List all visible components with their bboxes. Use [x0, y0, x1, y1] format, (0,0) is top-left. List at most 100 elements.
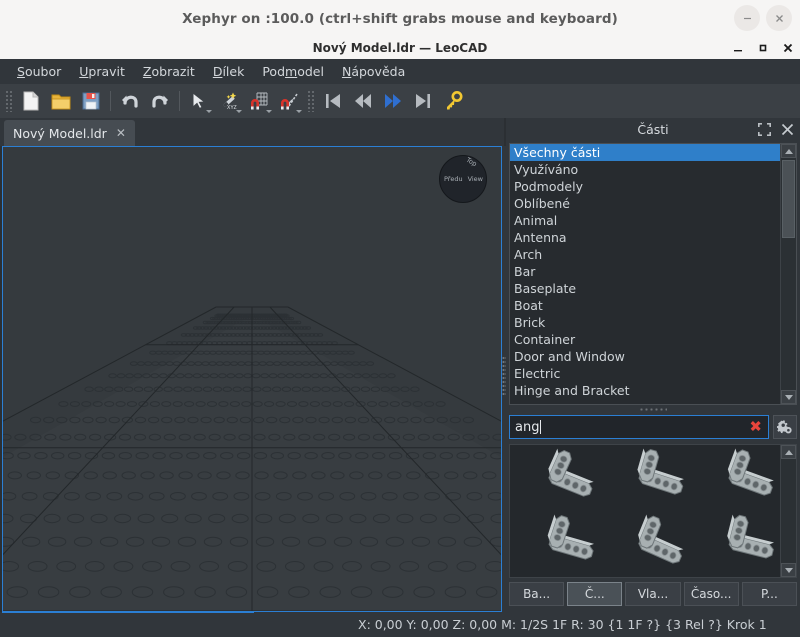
dock-tab-0[interactable]: Ba... [509, 582, 564, 606]
parts-category-item[interactable]: Antenna [510, 229, 780, 246]
move-tool-dropdown-chevron-down-icon[interactable] [236, 110, 242, 113]
dock-tab-3[interactable]: Časo... [684, 582, 739, 606]
parts-category-item[interactable]: Door and Window [510, 348, 780, 365]
new-file-icon [20, 90, 42, 112]
arrow-down-icon [785, 568, 793, 573]
parts-category-item[interactable]: Podmodely [510, 178, 780, 195]
parts-options-button[interactable] [773, 415, 797, 439]
part-thumbnail[interactable] [604, 514, 686, 574]
menu-item-zobrazit[interactable]: Zobrazit [134, 61, 204, 82]
parts-category-list[interactable]: Všechny částiVyužívánoPodmodelyOblíbenéA… [510, 144, 780, 404]
parts-category-item[interactable]: Oblíbené [510, 195, 780, 212]
select-arrow-icon [188, 90, 210, 112]
leocad-title-text: Nový Model.ldr — LeoCAD [313, 41, 488, 55]
part-thumbnail-icon [604, 514, 686, 570]
thumb-scroll-down-button[interactable] [781, 563, 796, 577]
category-list-scrollbar[interactable] [780, 144, 796, 404]
snap-angle-button[interactable] [274, 86, 304, 116]
arrow-up-icon [785, 149, 793, 154]
thumb-scroll-up-button[interactable] [781, 445, 796, 459]
scrollbar-thumb[interactable] [782, 160, 795, 238]
rewind-icon [352, 90, 374, 112]
document-tab-close-icon[interactable]: ✕ [116, 126, 126, 140]
parts-category-item[interactable]: Electric [510, 365, 780, 382]
select-tool-dropdown-chevron-down-icon[interactable] [206, 110, 212, 113]
menu-item-napoveda[interactable]: Nápověda [333, 61, 414, 82]
keyframe-button[interactable] [438, 86, 468, 116]
parts-search-input[interactable]: ang ✖ [509, 415, 769, 439]
leocad-maximize-button[interactable] [757, 42, 769, 54]
toolbar-drag-handle-2[interactable] [307, 90, 315, 112]
first-step-button[interactable] [318, 86, 348, 116]
parts-category-item[interactable]: Container [510, 331, 780, 348]
part-thumbnail[interactable] [604, 448, 686, 508]
clear-search-icon[interactable]: ✖ [749, 420, 762, 435]
redo-button[interactable] [145, 86, 175, 116]
part-thumbnail[interactable] [694, 514, 776, 574]
next-step-button[interactable] [378, 86, 408, 116]
dock-tab-2[interactable]: Vla... [625, 582, 680, 606]
previous-step-button[interactable] [348, 86, 378, 116]
xephyr-minimize-button[interactable] [734, 5, 760, 31]
snap-grid-dropdown-chevron-down-icon[interactable] [266, 110, 272, 113]
open-file-button[interactable] [46, 86, 76, 116]
parts-category-item[interactable]: Brick [510, 314, 780, 331]
close-panel-icon[interactable] [781, 121, 794, 140]
first-frame-icon [322, 90, 344, 112]
snap-grid-magnet-icon [248, 90, 270, 112]
view-orientation-widget[interactable]: Předu View Top [439, 155, 487, 203]
scroll-down-button[interactable] [781, 390, 796, 404]
dock-tab-4[interactable]: P... [742, 582, 797, 606]
parts-dock-title: Části [637, 122, 668, 137]
select-tool-button[interactable] [184, 86, 214, 116]
float-panel-icon[interactable] [758, 121, 771, 140]
xephyr-close-button[interactable] [766, 5, 792, 31]
leocad-close-button[interactable] [782, 42, 794, 54]
leocad-minimize-button[interactable] [732, 42, 744, 54]
parts-category-item[interactable]: Všechny části [510, 144, 780, 161]
undo-button[interactable] [115, 86, 145, 116]
snap-grid-button[interactable] [244, 86, 274, 116]
key-icon [442, 90, 464, 112]
menu-item-podmodel[interactable]: Podmodel [253, 61, 333, 82]
parts-thumbnail-grid[interactable] [510, 445, 780, 577]
part-thumbnail[interactable] [694, 448, 776, 508]
document-tab-label: Nový Model.ldr [13, 126, 107, 141]
menu-bar: Soubor Upravit Zobrazit Dílek Podmodel N… [0, 59, 800, 84]
menu-item-soubor[interactable]: Soubor [8, 61, 70, 82]
save-file-button[interactable] [76, 86, 106, 116]
part-thumbnail[interactable] [514, 448, 596, 508]
parts-category-item[interactable]: Hinge and Bracket [510, 382, 780, 399]
viewcube-left-label[interactable]: Předu [444, 175, 463, 183]
part-thumbnail[interactable] [514, 514, 596, 574]
parts-category-item[interactable]: Baseplate [510, 280, 780, 297]
snap-angle-magnet-icon [278, 90, 300, 112]
parts-category-item[interactable]: Využíváno [510, 161, 780, 178]
status-accent-line [2, 611, 254, 613]
part-thumbnail-icon [694, 448, 776, 504]
parts-thumbnail-container [509, 444, 797, 578]
3d-viewport[interactable]: Předu View Top [2, 146, 502, 612]
xephyr-title-text: Xephyr on :100.0 (ctrl+shift grabs mouse… [182, 11, 618, 27]
last-step-button[interactable] [408, 86, 438, 116]
parts-category-item[interactable]: Animal [510, 212, 780, 229]
new-file-button[interactable] [16, 86, 46, 116]
menu-item-dilek[interactable]: Dílek [204, 61, 254, 82]
snap-angle-dropdown-chevron-down-icon[interactable] [296, 110, 302, 113]
dock-tab-1[interactable]: Č... [567, 582, 622, 606]
move-tool-button[interactable]: XYZ [214, 86, 244, 116]
thumbnail-scrollbar[interactable] [780, 445, 796, 577]
dock-horizontal-splitter[interactable] [506, 406, 800, 413]
parts-category-item[interactable]: Arch [510, 246, 780, 263]
document-tab-bar: Nový Model.ldr ✕ [0, 118, 504, 146]
scroll-up-button[interactable] [781, 144, 796, 158]
toolbar-drag-handle[interactable] [5, 90, 13, 112]
parts-category-item[interactable]: Bar [510, 263, 780, 280]
dock-bottom-tab-bar: Ba...Č...Vla...Časo...P... [509, 582, 797, 606]
parts-category-item[interactable]: Boat [510, 297, 780, 314]
part-thumbnail-icon [694, 514, 776, 570]
document-tab-novy-model[interactable]: Nový Model.ldr ✕ [4, 120, 135, 146]
menu-item-upravit[interactable]: Upravit [70, 61, 134, 82]
viewcube-right-label[interactable]: View [468, 175, 483, 183]
parts-category-list-container: Všechny částiVyužívánoPodmodelyOblíbenéA… [509, 143, 797, 405]
